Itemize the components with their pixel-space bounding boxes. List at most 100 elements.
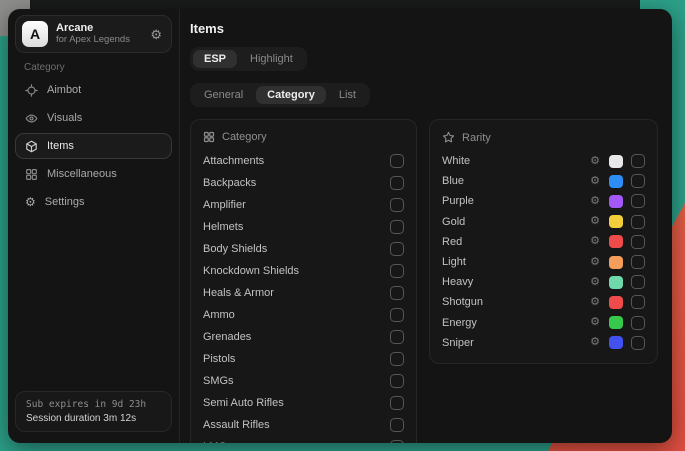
app-name: Arcane (56, 22, 142, 35)
category-checkbox[interactable] (390, 396, 404, 410)
category-checkbox[interactable] (390, 176, 404, 190)
category-checkbox[interactable] (390, 330, 404, 344)
gear-icon: ⚙ (25, 196, 36, 208)
crosshair-icon (25, 84, 38, 97)
rarity-row-label: Gold (442, 216, 590, 228)
category-checkbox[interactable] (390, 264, 404, 278)
rarity-color-swatch[interactable] (609, 175, 623, 188)
eye-icon (25, 112, 38, 125)
rarity-row-label: Heavy (442, 276, 590, 288)
rarity-panel-title: Rarity (462, 132, 491, 144)
rarity-color-swatch[interactable] (609, 195, 623, 208)
view-tab-group: General Category List (190, 83, 370, 107)
tab-general[interactable]: General (193, 86, 254, 104)
rarity-gear-icon[interactable]: ⚙ (590, 156, 600, 167)
rarity-checkbox[interactable] (631, 235, 645, 249)
sidebar-item-label: Visuals (47, 112, 82, 124)
rarity-row: Blue⚙ (442, 171, 645, 191)
rarity-color-swatch[interactable] (609, 215, 623, 228)
header-gear-icon[interactable]: ⚙ (150, 28, 162, 41)
rarity-row: Shotgun⚙ (442, 292, 645, 312)
rarity-checkbox[interactable] (631, 215, 645, 229)
category-checkbox[interactable] (390, 198, 404, 212)
rarity-gear-icon[interactable]: ⚙ (590, 317, 600, 328)
rarity-checkbox[interactable] (631, 154, 645, 168)
sidebar-item-items[interactable]: Items (15, 133, 172, 159)
rarity-gear-icon[interactable]: ⚙ (590, 277, 600, 288)
rarity-checkbox[interactable] (631, 336, 645, 350)
category-row-label: Helmets (203, 221, 390, 233)
star-icon (442, 131, 455, 144)
category-panel-header: Category (203, 131, 404, 143)
rarity-row-label: Red (442, 236, 590, 248)
rarity-color-swatch[interactable] (609, 155, 623, 168)
grid-icon (25, 168, 38, 181)
rarity-checkbox[interactable] (631, 255, 645, 269)
rarity-checkbox[interactable] (631, 174, 645, 188)
category-row-label: Heals & Armor (203, 287, 390, 299)
category-row: Backpacks (203, 172, 404, 194)
category-row-label: Assault Rifles (203, 419, 390, 431)
category-checkbox[interactable] (390, 374, 404, 388)
rarity-color-swatch[interactable] (609, 256, 623, 269)
rarity-gear-icon[interactable]: ⚙ (590, 297, 600, 308)
sub-expires-text: Sub expires in 9d 23h (26, 399, 161, 410)
app-subtitle: for Apex Legends (56, 35, 142, 46)
category-checkbox[interactable] (390, 352, 404, 366)
category-rows: AttachmentsBackpacksAmplifierHelmetsBody… (203, 150, 404, 443)
rarity-row: White⚙ (442, 151, 645, 171)
sidebar-item-miscellaneous[interactable]: Miscellaneous (15, 161, 172, 187)
cheat-menu-window: A Arcane for Apex Legends ⚙ Category Aim… (8, 9, 672, 443)
category-row: Attachments (203, 150, 404, 172)
category-checkbox[interactable] (390, 440, 404, 443)
rarity-checkbox[interactable] (631, 275, 645, 289)
rarity-gear-icon[interactable]: ⚙ (590, 196, 600, 207)
category-row: Knockdown Shields (203, 260, 404, 282)
rarity-checkbox[interactable] (631, 316, 645, 330)
rarity-color-swatch[interactable] (609, 296, 623, 309)
sidebar-item-visuals[interactable]: Visuals (15, 105, 172, 131)
rarity-gear-icon[interactable]: ⚙ (590, 337, 600, 348)
rarity-row: Gold⚙ (442, 212, 645, 232)
tab-category[interactable]: Category (256, 86, 326, 104)
sidebar-nav: Aimbot Visuals Items (15, 77, 172, 215)
rarity-gear-icon[interactable]: ⚙ (590, 257, 600, 268)
category-checkbox[interactable] (390, 220, 404, 234)
rarity-panel-header: Rarity (442, 131, 645, 144)
rarity-color-swatch[interactable] (609, 316, 623, 329)
rarity-row-label: Purple (442, 195, 590, 207)
session-duration-text: Session duration 3m 12s (26, 413, 161, 424)
tab-esp[interactable]: ESP (193, 50, 237, 68)
sidebar-item-settings[interactable]: ⚙ Settings (15, 189, 172, 215)
tab-highlight[interactable]: Highlight (239, 50, 304, 68)
grid-icon (203, 131, 215, 143)
rarity-row-label: Energy (442, 317, 590, 329)
category-checkbox[interactable] (390, 242, 404, 256)
rarity-gear-icon[interactable]: ⚙ (590, 216, 600, 227)
category-checkbox[interactable] (390, 286, 404, 300)
rarity-gear-icon[interactable]: ⚙ (590, 176, 600, 187)
rarity-color-swatch[interactable] (609, 336, 623, 349)
rarity-color-swatch[interactable] (609, 276, 623, 289)
category-row: Pistols (203, 348, 404, 370)
category-panel: Category Attachments BackpacksAmplifier He… (190, 119, 417, 443)
category-row-label: Attachments (203, 155, 390, 167)
sidebar-item-label: Miscellaneous (47, 168, 117, 180)
category-checkbox[interactable] (390, 418, 404, 432)
sidebar-item-aimbot[interactable]: Aimbot (15, 77, 172, 103)
rarity-gear-icon[interactable]: ⚙ (590, 236, 600, 247)
sidebar-item-label: Settings (45, 196, 85, 208)
sidebar-section-label: Category (24, 62, 172, 73)
category-checkbox[interactable] (390, 308, 404, 322)
rarity-checkbox[interactable] (631, 194, 645, 208)
category-row: Amplifier (203, 194, 404, 216)
rarity-row: Red⚙ (442, 232, 645, 252)
rarity-color-swatch[interactable] (609, 235, 623, 248)
tab-list[interactable]: List (328, 86, 367, 104)
category-checkbox[interactable] (390, 154, 404, 168)
rarity-row-label: Blue (442, 175, 590, 187)
rarity-row-label: White (442, 155, 590, 167)
rarity-rows: White⚙Blue⚙Purple⚙Gold⚙Red⚙Light⚙Heavy⚙S… (442, 151, 645, 353)
category-row: Assault Rifles (203, 414, 404, 436)
rarity-checkbox[interactable] (631, 295, 645, 309)
